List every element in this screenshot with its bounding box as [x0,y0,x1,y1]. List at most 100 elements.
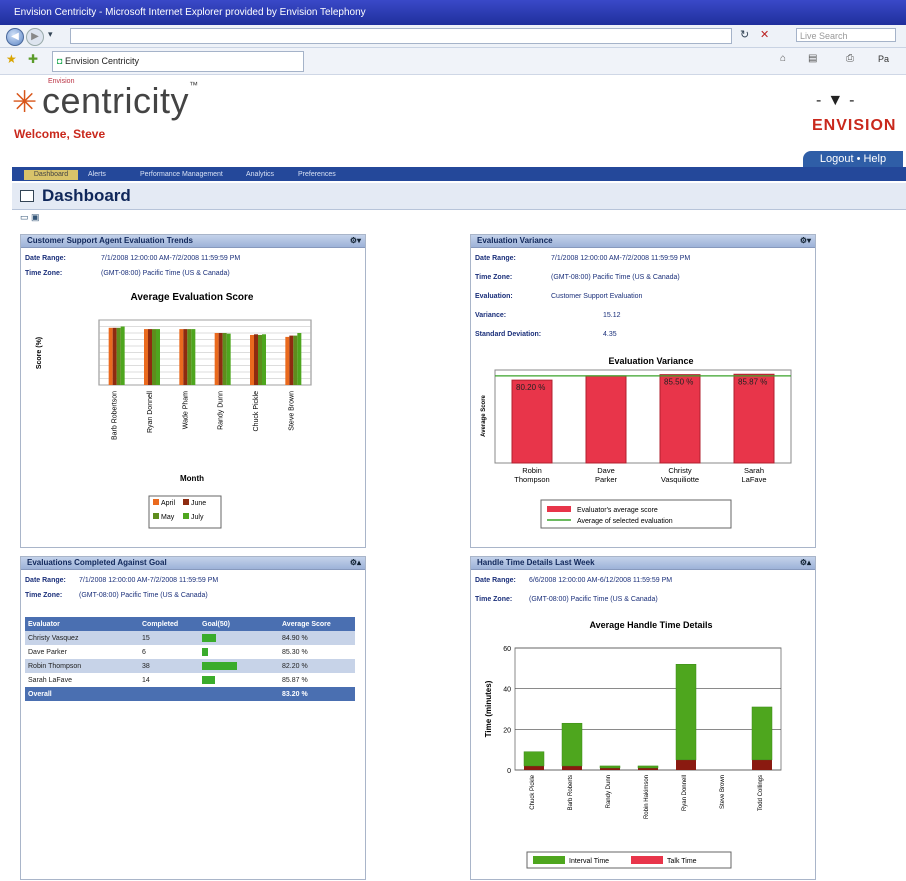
nav-tab-preferences[interactable]: Preferences [298,170,336,180]
bar-data-label: 85.50 % [664,378,693,387]
bar-june [112,327,117,385]
forward-icon[interactable]: ▶ [26,28,44,46]
add-favorite-icon[interactable]: ✚ [28,52,38,66]
add-widget-icon[interactable]: ▣ [31,212,40,222]
completed-panel-title: Evaluations Completed Against Goal [27,558,167,567]
y-tick-label: 0 [507,768,511,775]
address-bar: ◀ ▶ ▾ ↻ ✕ Live Search [0,25,906,48]
browser-tab-title: Envision Centricity [64,56,139,66]
panel-options-icon[interactable]: ⚙▴ [350,557,361,569]
evaluator-cell: Christy Vasquez [25,631,139,645]
chart-title: Average Handle Time Details [589,620,712,630]
date-range-value: 7/1/2008 12:00:00 AM-7/2/2008 11:59:59 P… [79,577,219,584]
col-evaluator[interactable]: Evaluator [25,617,139,631]
history-dropdown-icon[interactable]: ▾ [48,29,53,40]
table-row[interactable]: Christy Vasquez 15 84.90 % [25,631,355,645]
edit-layout-icon[interactable]: ▭ [20,212,29,222]
bar-july [191,329,196,385]
panel-options-icon[interactable]: ⚙▾ [350,235,361,247]
print-icon[interactable]: ⎙ [846,53,854,64]
feeds-icon[interactable]: ▤ [808,53,817,64]
completed-cell: 14 [142,676,150,684]
x-tick-label: Steve Brown [288,391,295,431]
window-title: Envision Centricity - Microsoft Internet… [14,7,366,18]
completed-date-range: Date Range: 7/1/2008 12:00:00 AM-7/2/2008… [25,577,218,584]
nav-tab-performance[interactable]: Performance Management [140,170,223,180]
x-tick-label: Thompson [514,475,549,484]
envision-logo: ENVISION [812,117,897,134]
bar-april [108,327,113,385]
search-input[interactable]: Live Search [796,28,896,42]
bar-may [116,327,121,385]
handle-panel-header: Handle Time Details Last Week ⚙▴ [471,557,815,570]
bar-talk-time [600,767,620,770]
bar-june [218,333,223,385]
chart-title: Average Evaluation Score [130,292,253,303]
col-average-score[interactable]: Average Score [279,617,355,631]
variance-label: Variance: [475,312,507,319]
y-tick-label: 40 [503,687,511,694]
trends-time-zone: Time Zone: (GMT-08:00) Pacific Time (US &… [25,270,230,277]
total-average-cell: 83.20 % [279,687,355,701]
nav-tab-alerts[interactable]: Alerts [88,170,106,180]
x-tick-label: Ryan Donnell [682,775,688,811]
refresh-icon[interactable]: ↻ [740,28,749,41]
bar-may [293,335,298,385]
home-icon[interactable]: ⌂ [780,53,786,64]
page-menu[interactable]: Pa [878,54,889,64]
x-tick-label: Wade Pham [182,391,189,429]
bar-talk-time [562,765,582,770]
time-zone-value: (GMT-08:00) Pacific Time (US & Canada) [551,274,680,281]
y-tick-label: 20 [503,727,511,734]
x-tick-label: Chuck Pickle [253,391,260,432]
stop-icon[interactable]: ✕ [760,28,769,41]
time-zone-value: (GMT-08:00) Pacific Time (US & Canada) [79,592,208,599]
table-row[interactable]: Sarah LaFave 14 85.87 % [25,673,355,687]
time-zone-label: Time Zone: [475,274,513,281]
main-nav: Dashboard Alerts Performance Management … [12,167,906,181]
legend-swatch [631,856,663,864]
variance-bar [511,379,553,464]
table-row[interactable]: Robin Thompson 38 82.20 % [25,659,355,673]
date-range-value: 7/1/2008 12:00:00 AM-7/2/2008 11:59:59 P… [101,255,241,262]
legend-label: April [161,500,175,507]
table-row[interactable]: Dave Parker 6 85.30 % [25,645,355,659]
logout-help-link[interactable]: Logout • Help [803,151,903,168]
evaluation-value: Customer Support Evaluation [551,293,643,300]
nav-tab-analytics[interactable]: Analytics [246,170,274,180]
back-icon[interactable]: ◀ [6,28,24,46]
bar-talk-time [638,767,658,770]
legend-label: Evaluator's average score [577,507,658,514]
bar-data-label: 80.20 % [516,383,545,392]
handle-time-chart: Average Handle Time Details 0 20 40 60 Time (… [484,620,782,869]
evaluator-cell: Dave Parker [28,648,67,656]
window-title-bar: Envision Centricity - Microsoft Internet… [0,0,906,25]
legend-swatch [153,499,159,505]
legend-swatch [183,513,189,519]
url-input[interactable] [70,28,732,44]
favorites-star-icon[interactable]: ★ [6,52,17,66]
page-title: Dashboard [42,186,131,205]
handle-date-range: Date Range: 6/6/2008 12:00:00 AM-6/12/200… [475,577,672,584]
bar-interval-time [523,751,545,767]
legend-label: Average of selected evaluation [577,518,673,525]
panel-options-icon[interactable]: ⚙▾ [800,235,811,247]
col-goal[interactable]: Goal(50) [199,617,279,631]
bar-may [187,329,192,385]
nav-tab-dashboard[interactable]: Dashboard [24,170,78,180]
bar-april [214,333,219,385]
handle-time-panel: Handle Time Details Last Week ⚙▴ Date Ra… [470,556,816,880]
completed-cell: 38 [139,659,199,673]
date-range-value: 6/6/2008 12:00:00 AM-6/12/2008 11:59:59 … [529,577,673,584]
goal-progress-bar [202,648,208,656]
browser-tab[interactable]: ◘ Envision Centricity [52,51,304,72]
legend-swatch [183,499,189,505]
time-zone-label: Time Zone: [475,596,513,603]
bar-june [148,329,152,385]
variance-variance: Variance: 15.12 [475,312,621,319]
panel-options-icon[interactable]: ⚙▴ [800,557,811,569]
x-tick-label: Barb Roberts [568,775,574,810]
date-range-label: Date Range: [475,577,516,584]
x-tick-label: Ryan Donnell [147,391,154,433]
col-completed[interactable]: Completed [139,617,199,631]
